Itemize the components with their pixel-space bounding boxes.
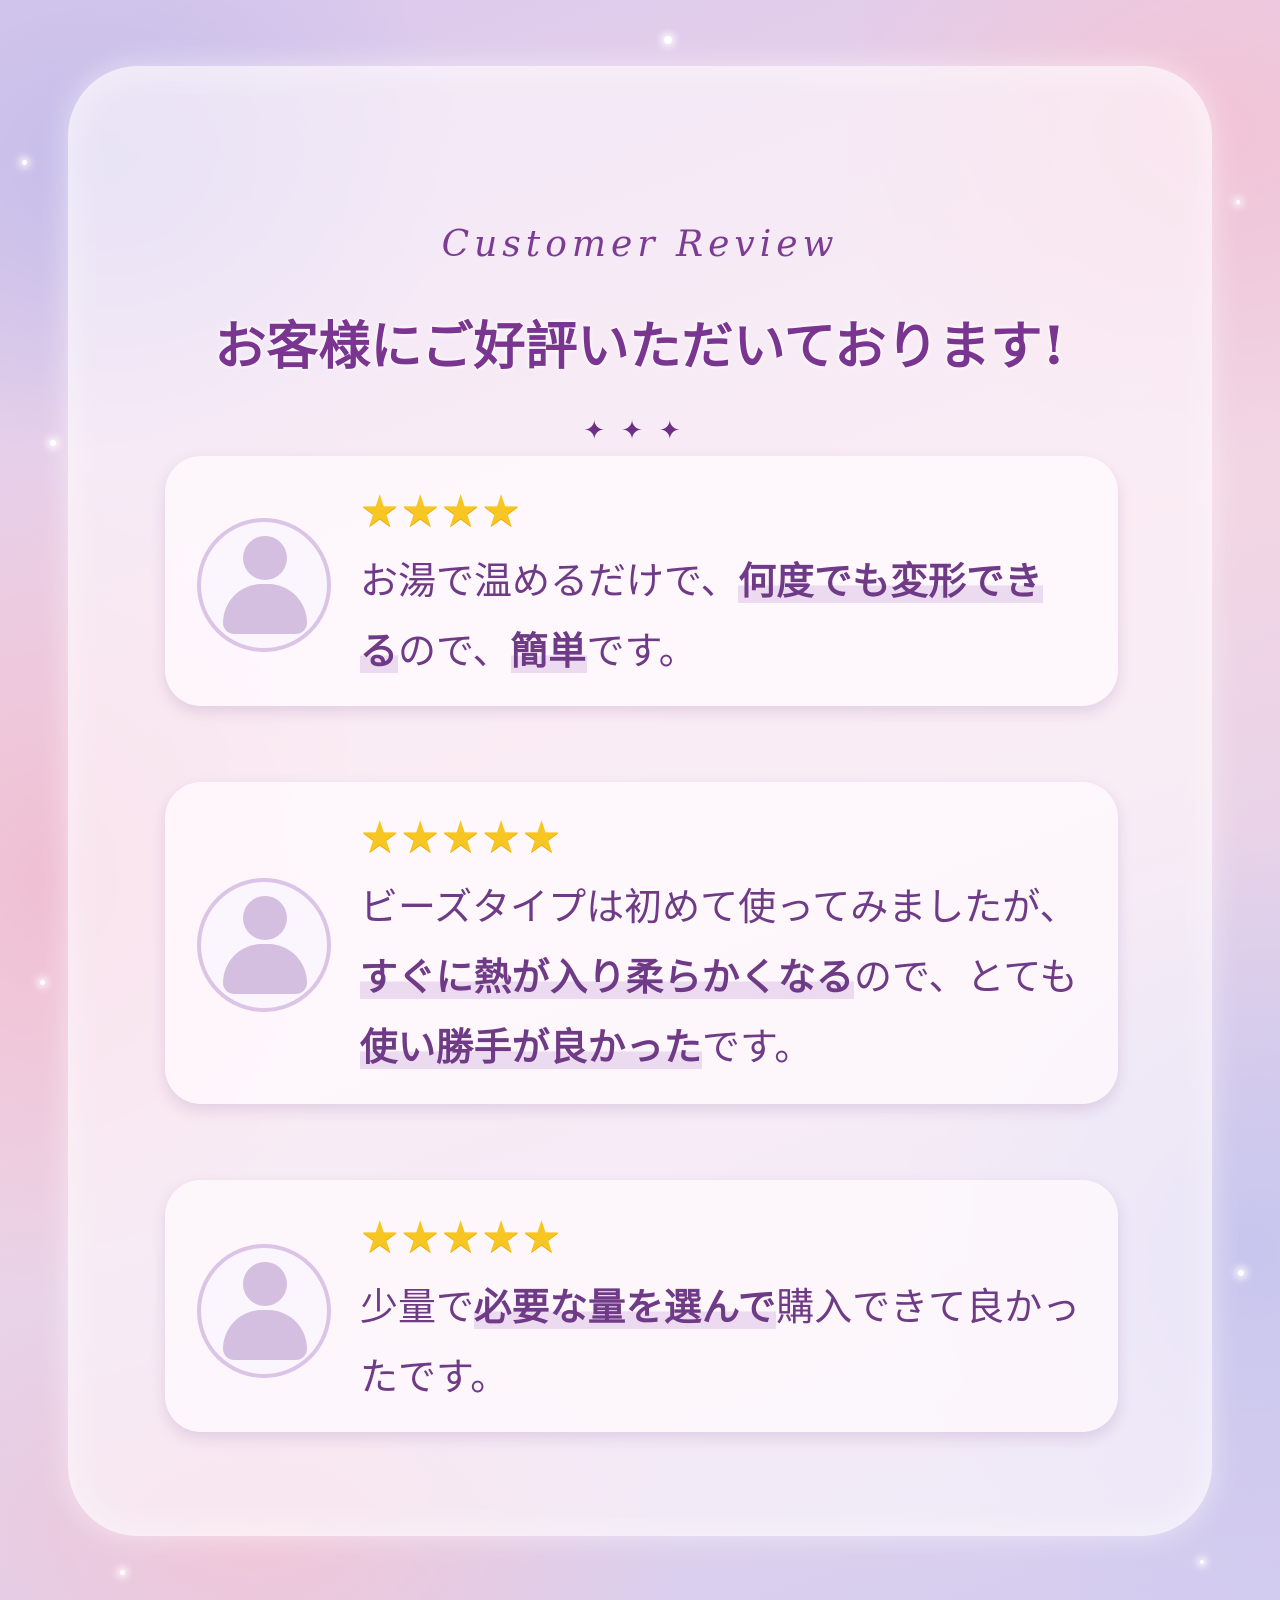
section-eyebrow: Customer Review <box>441 224 839 265</box>
review-text-segment: ので、とても <box>854 955 1078 999</box>
star-rating: ★★★★★ <box>360 812 563 863</box>
sparkle-decoration <box>664 36 672 44</box>
review-highlight: る <box>360 629 399 673</box>
sparkle-decoration <box>1200 1560 1204 1564</box>
review-highlight: 簡単 <box>510 629 587 673</box>
review-highlight: 何度でも変形でき <box>738 559 1043 603</box>
review-highlight: すぐに熱が入り柔らかくなる <box>360 955 855 999</box>
review-highlight: 使い勝手が良かった <box>360 1025 703 1069</box>
review-text-segment: です。 <box>586 629 697 673</box>
star-rating: ★★★★★ <box>360 1212 563 1263</box>
sparkle-decoration <box>1238 1270 1244 1276</box>
review-text-segment: 少量で <box>360 1285 475 1329</box>
sparkle-decoration <box>50 440 56 446</box>
review-card: ★★★★★ ビーズタイプは初めて使ってみましたが、 すぐに熱が入り柔らかくなるので… <box>165 782 1118 1104</box>
user-avatar-icon <box>197 518 331 652</box>
review-text-segment: お湯で温めるだけで、 <box>360 559 739 603</box>
review-card: ★★★★★ 少量で必要な量を選んで購入できて良かったです。 <box>165 1180 1118 1432</box>
review-text: お湯で温めるだけで、何度でも変形できるので、簡単です。 <box>360 546 1100 686</box>
user-avatar-icon <box>197 878 331 1012</box>
sparkle-decoration <box>1236 200 1240 204</box>
review-text-segment: ビーズタイプは初めて使ってみましたが、 <box>360 885 1078 929</box>
sparkle-decoration <box>22 160 27 165</box>
section-title: お客様にご好評いただいております! <box>214 316 1066 377</box>
review-text: ビーズタイプは初めて使ってみましたが、 すぐに熱が入り柔らかくなるので、とても使い… <box>360 872 1100 1082</box>
sparkle-decoration <box>40 980 45 985</box>
star-rating: ★★★★ <box>360 486 522 537</box>
review-text-segment: です。 <box>702 1025 813 1069</box>
review-text-segment: ので、 <box>398 629 511 673</box>
sparkle-decoration <box>120 1570 125 1575</box>
review-text: 少量で必要な量を選んで購入できて良かったです。 <box>360 1272 1100 1412</box>
review-card: ★★★★ お湯で温めるだけで、何度でも変形できるので、簡単です。 <box>165 456 1118 706</box>
user-avatar-icon <box>197 1244 331 1378</box>
review-highlight: 必要な量を選んで <box>474 1285 777 1329</box>
sparkle-divider-icon: ✦✦✦ <box>583 416 697 446</box>
